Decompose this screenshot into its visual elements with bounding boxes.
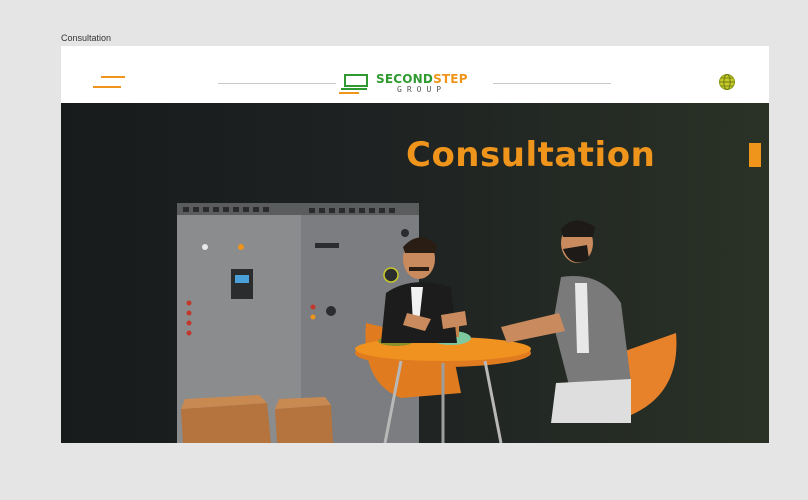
- header-divider-left: [218, 83, 336, 84]
- site-header: SECONDSTEP GROUP: [61, 46, 769, 104]
- menu-icon-line: [93, 86, 121, 88]
- page-frame: SECONDSTEP GROUP Consultation: [61, 46, 769, 443]
- logo-name-part2: STEP: [433, 72, 468, 86]
- hero-accent-bar: [749, 143, 761, 167]
- hero-illustration: [177, 203, 677, 443]
- hero-banner: Consultation: [61, 103, 769, 443]
- logo-name-part1: SECOND: [376, 72, 434, 86]
- logo-name: SECONDSTEP: [376, 72, 468, 86]
- logo-subtitle: GROUP: [397, 85, 447, 94]
- globe-icon[interactable]: [718, 73, 736, 91]
- person-right-illustration: [501, 220, 631, 423]
- menu-icon: [101, 76, 125, 78]
- logo-mark-icon: [339, 74, 368, 94]
- site-logo[interactable]: SECONDSTEP GROUP: [339, 72, 491, 96]
- cardboard-boxes-illustration: [181, 395, 333, 443]
- frame-label: Consultation: [61, 33, 112, 43]
- menu-button[interactable]: [91, 76, 131, 92]
- header-divider-right: [493, 83, 611, 84]
- hero-title: Consultation: [406, 135, 656, 175]
